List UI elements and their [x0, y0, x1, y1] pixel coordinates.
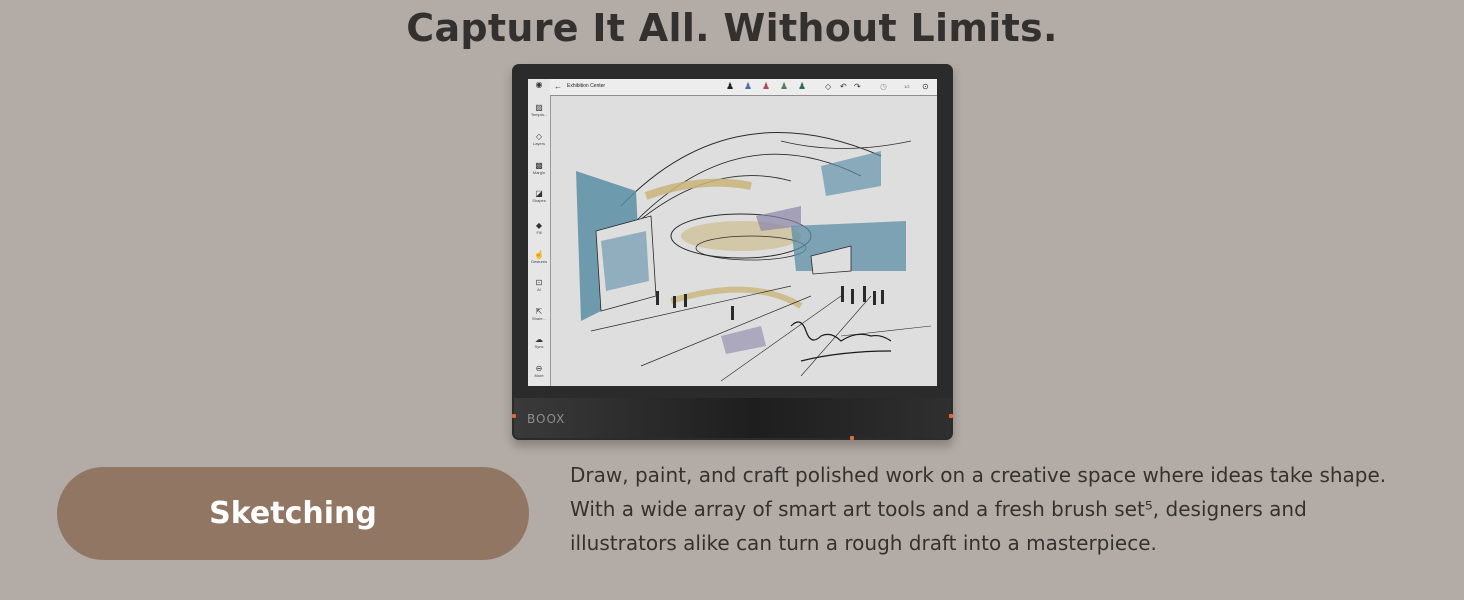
- redo-icon[interactable]: ↷: [854, 82, 861, 91]
- rail-item-fill[interactable]: ◆ Fill: [528, 221, 550, 235]
- brand-logo: BOOX: [527, 412, 566, 426]
- accent-dot: [949, 414, 953, 418]
- rail-label: Sync: [534, 344, 544, 349]
- rail-label: More: [534, 373, 544, 378]
- layers-icon: ◇: [535, 132, 543, 141]
- rail-item-template[interactable]: ▨ Templa...: [528, 103, 550, 117]
- rail-label: Fill: [536, 230, 542, 235]
- rail-item-gestures[interactable]: ☝ Gestures: [528, 250, 550, 264]
- template-icon: ▨: [535, 103, 543, 112]
- shapes-icon: ◪: [535, 189, 543, 198]
- rail-label: Margin: [532, 170, 546, 175]
- pen-black-icon[interactable]: ♟: [726, 81, 734, 91]
- share-icon: ⇱: [535, 307, 543, 316]
- description-line: Draw, paint, and craft polished work on …: [570, 463, 1387, 487]
- sketching-tab-button[interactable]: Sketching: [57, 467, 529, 560]
- rail-label: Shapes: [532, 198, 546, 203]
- device-chin: [514, 398, 951, 438]
- rail-item-shapes[interactable]: ◪ Shapes: [528, 189, 550, 203]
- next-page-icon[interactable]: ⊙: [922, 82, 929, 91]
- app-logo-icon[interactable]: ◉: [528, 80, 550, 89]
- ai-icon: ⊡: [535, 278, 543, 287]
- accent-dot: [512, 414, 516, 418]
- description-line: illustrators alike can turn a rough draf…: [570, 531, 1157, 555]
- pen-red-icon[interactable]: ♟: [762, 81, 770, 91]
- rail-label: AI: [537, 287, 541, 292]
- rail-item-sync[interactable]: ☁ Sync: [528, 335, 550, 349]
- sync-icon: ☁: [535, 335, 543, 344]
- rail-item-layers[interactable]: ◇ Layers: [528, 132, 550, 146]
- back-arrow-icon[interactable]: ←: [554, 82, 562, 91]
- page-indicator: 1/2: [904, 84, 910, 89]
- document-title: Exhibition Center: [567, 83, 606, 89]
- rail-label: Layers: [532, 141, 545, 146]
- undo-icon[interactable]: ↶: [840, 82, 847, 91]
- drawing-canvas[interactable]: [551, 96, 937, 386]
- accent-dot: [850, 436, 854, 440]
- rail-label: Share...: [531, 316, 546, 321]
- history-icon[interactable]: ◷: [880, 82, 887, 91]
- rail-label: Templa...: [530, 112, 548, 117]
- pen-darkgreen-icon[interactable]: ♟: [798, 81, 806, 91]
- rail-item-more[interactable]: ⊖ More: [528, 364, 550, 378]
- fill-icon: ◆: [535, 221, 543, 230]
- pen-green-icon[interactable]: ♟: [780, 81, 788, 91]
- rail-item-share[interactable]: ⇱ Share...: [528, 307, 550, 321]
- feature-description: Draw, paint, and craft polished work on …: [570, 458, 1430, 560]
- rail-item-ai[interactable]: ⊡ AI: [528, 278, 550, 292]
- gestures-icon: ☝: [534, 250, 544, 259]
- tablet-device: ◉ ▨ Templa... ◇ Layers ▩ Margin ◪ Shapes…: [512, 64, 953, 440]
- rail-item-margin[interactable]: ▩ Margin: [528, 161, 550, 175]
- sketching-label: Sketching: [209, 496, 377, 531]
- note-toolbar: ← Exhibition Center ♟ ♟ ♟ ♟ ♟ ◇ ↶ ↷ ◷ 1/…: [550, 79, 937, 96]
- eraser-icon[interactable]: ◇: [825, 82, 831, 91]
- pen-blue-icon[interactable]: ♟: [744, 81, 752, 91]
- description-line: With a wide array of smart art tools and…: [570, 497, 1307, 521]
- page-headline: Capture It All. Without Limits.: [406, 6, 1058, 50]
- rail-label: Gestures: [530, 259, 548, 264]
- tablet-screen: ◉ ▨ Templa... ◇ Layers ▩ Margin ◪ Shapes…: [528, 79, 937, 386]
- exhibition-sketch: [576, 132, 932, 382]
- tool-rail: ◉ ▨ Templa... ◇ Layers ▩ Margin ◪ Shapes…: [528, 79, 551, 386]
- margin-icon: ▩: [535, 161, 543, 170]
- more-icon: ⊖: [535, 364, 543, 373]
